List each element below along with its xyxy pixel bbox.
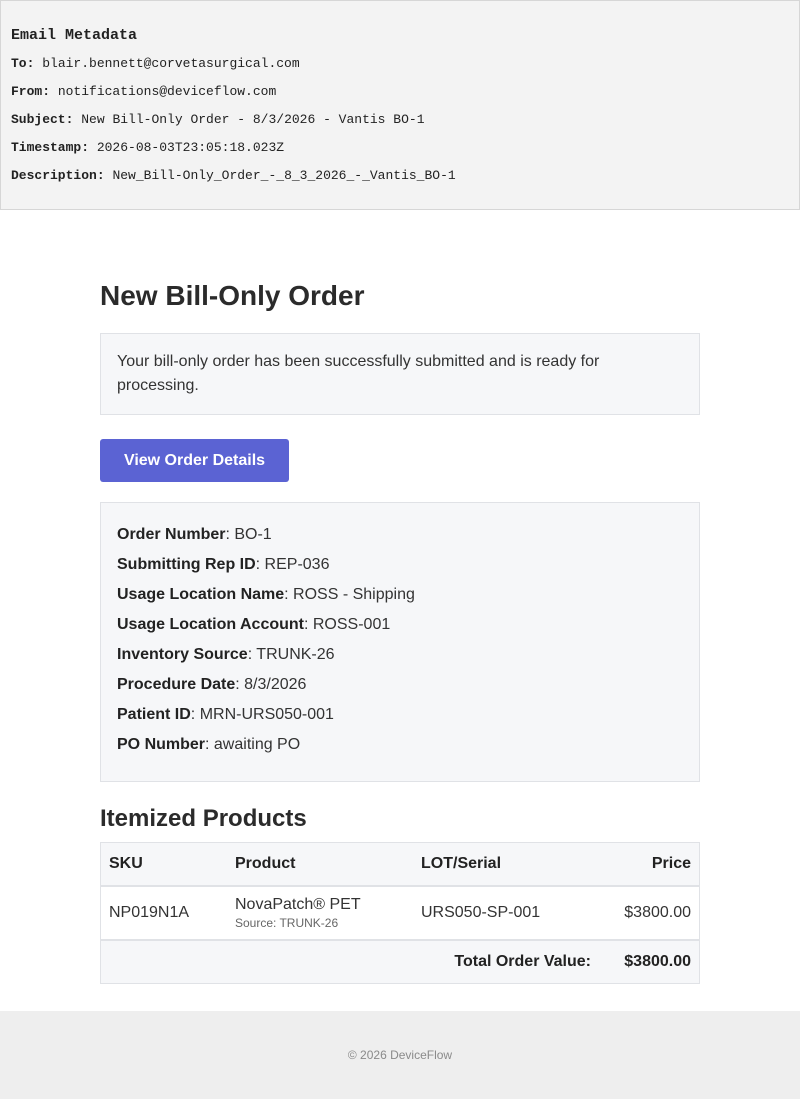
detail-value: : MRN-URS050-001 bbox=[190, 706, 334, 723]
cell-price: $3800.00 bbox=[599, 886, 700, 941]
email-metadata-panel: Email Metadata To: blair.bennett@corveta… bbox=[0, 0, 800, 210]
metadata-timestamp-value: 2026-08-03T23:05:18.023Z bbox=[96, 140, 285, 155]
column-header-product: Product bbox=[227, 842, 413, 887]
detail-value: : REP-036 bbox=[255, 556, 330, 573]
success-notice: Your bill-only order has been successful… bbox=[100, 333, 700, 415]
metadata-to-label: To: bbox=[11, 56, 35, 71]
detail-value: : TRUNK-26 bbox=[247, 646, 335, 663]
metadata-subject-row: Subject: New Bill-Only Order - 8/3/2026 … bbox=[11, 112, 789, 140]
detail-po-number: PO Number: awaiting PO bbox=[117, 735, 683, 765]
column-header-price: Price bbox=[599, 842, 700, 887]
metadata-from-row: From: notifications@deviceflow.com bbox=[11, 84, 789, 112]
metadata-description-label: Description: bbox=[11, 168, 105, 183]
table-header-row: SKU Product LOT/Serial Price bbox=[100, 842, 700, 887]
order-details-panel: Order Number: BO-1 Submitting Rep ID: RE… bbox=[100, 502, 700, 782]
metadata-from-label: From: bbox=[11, 84, 51, 99]
cell-sku: NP019N1A bbox=[100, 886, 227, 941]
detail-procedure-date: Procedure Date: 8/3/2026 bbox=[117, 675, 683, 705]
metadata-subject-label: Subject: bbox=[11, 112, 74, 127]
detail-label: Patient ID bbox=[117, 706, 191, 723]
detail-label: Order Number bbox=[117, 526, 226, 543]
table-row: NP019N1A NovaPatch® PET Source: TRUNK-26… bbox=[100, 886, 700, 941]
total-label: Total Order Value: bbox=[100, 940, 599, 984]
detail-label: Usage Location Account bbox=[117, 616, 304, 633]
metadata-timestamp-label: Timestamp: bbox=[11, 140, 90, 155]
total-row: Total Order Value: $3800.00 bbox=[100, 940, 700, 984]
copyright-text: © 2026 DeviceFlow bbox=[347, 1048, 453, 1062]
detail-value: : 8/3/2026 bbox=[235, 676, 307, 693]
page-title: New Bill-Only Order bbox=[100, 280, 365, 311]
cell-product: NovaPatch® PET Source: TRUNK-26 bbox=[227, 886, 413, 941]
detail-patient-id: Patient ID: MRN-URS050-001 bbox=[117, 705, 683, 735]
view-order-details-button[interactable]: View Order Details bbox=[100, 439, 289, 482]
detail-usage-location-account: Usage Location Account: ROSS-001 bbox=[117, 615, 683, 645]
detail-inventory-source: Inventory Source: TRUNK-26 bbox=[117, 645, 683, 675]
column-header-sku: SKU bbox=[100, 842, 227, 887]
detail-label: Procedure Date bbox=[117, 676, 236, 693]
itemized-products-heading: Itemized Products bbox=[100, 805, 307, 832]
detail-order-number: Order Number: BO-1 bbox=[117, 525, 683, 555]
email-metadata-rows: To: blair.bennett@corvetasurgical.com Fr… bbox=[11, 56, 789, 196]
detail-label: Usage Location Name bbox=[117, 586, 285, 603]
detail-submitting-rep-id: Submitting Rep ID: REP-036 bbox=[117, 555, 683, 585]
metadata-description-value: New_Bill-Only_Order_-_8_3_2026_-_Vantis_… bbox=[112, 168, 456, 183]
product-source: Source: TRUNK-26 bbox=[235, 916, 339, 930]
footer: © 2026 DeviceFlow bbox=[0, 1011, 800, 1099]
metadata-description-row: Description: New_Bill-Only_Order_-_8_3_2… bbox=[11, 168, 789, 196]
metadata-timestamp-row: Timestamp: 2026-08-03T23:05:18.023Z bbox=[11, 140, 789, 168]
metadata-to-row: To: blair.bennett@corvetasurgical.com bbox=[11, 56, 789, 84]
email-metadata-heading: Email Metadata bbox=[11, 27, 138, 44]
products-table: SKU Product LOT/Serial Price NP019N1A No… bbox=[100, 842, 700, 984]
column-header-lot-serial: LOT/Serial bbox=[413, 842, 599, 887]
detail-value: : ROSS-001 bbox=[303, 616, 391, 633]
detail-label: Inventory Source bbox=[117, 646, 248, 663]
cell-lot-serial: URS050-SP-001 bbox=[413, 886, 599, 941]
detail-label: Submitting Rep ID bbox=[117, 556, 256, 573]
total-value: $3800.00 bbox=[599, 940, 700, 984]
detail-usage-location-name: Usage Location Name: ROSS - Shipping bbox=[117, 585, 683, 615]
product-name: NovaPatch® PET bbox=[235, 896, 361, 913]
metadata-to-value: blair.bennett@corvetasurgical.com bbox=[42, 56, 300, 71]
metadata-from-value: notifications@deviceflow.com bbox=[57, 84, 277, 99]
detail-value: : ROSS - Shipping bbox=[284, 586, 415, 603]
detail-value: : awaiting PO bbox=[205, 736, 301, 753]
metadata-subject-value: New Bill-Only Order - 8/3/2026 - Vantis … bbox=[81, 112, 425, 127]
detail-value: : BO-1 bbox=[225, 526, 272, 543]
detail-label: PO Number bbox=[117, 736, 206, 753]
